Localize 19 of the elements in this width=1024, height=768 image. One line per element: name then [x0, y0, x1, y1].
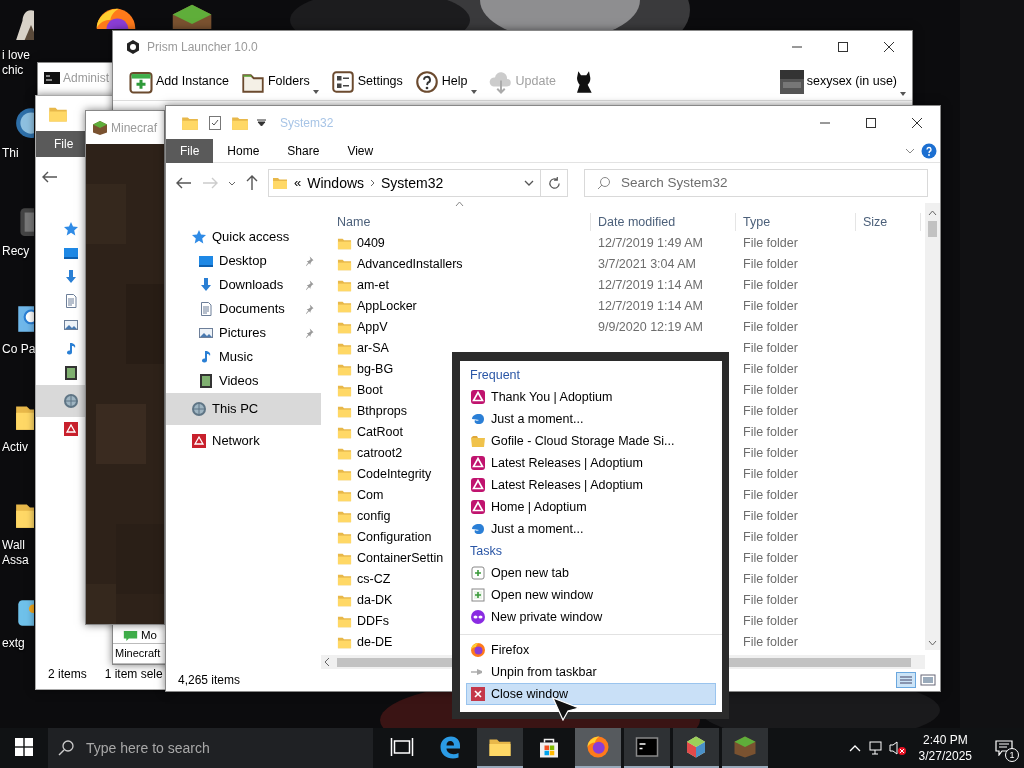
start-icon [15, 738, 33, 756]
notification-icon[interactable] [995, 740, 1013, 756]
taskbar-button[interactable] [673, 728, 719, 768]
search-icon [58, 740, 74, 756]
browser-icon [586, 735, 610, 759]
cube-icon [684, 735, 708, 759]
clock-time[interactable]: 2:40 PM [922, 732, 968, 748]
chevron-up-icon[interactable] [848, 744, 861, 752]
clock-date[interactable]: 3/27/2025 [918, 748, 972, 764]
taskbar-button[interactable] [477, 728, 523, 768]
grass-block-icon [733, 735, 757, 759]
terminal-icon [635, 735, 659, 759]
browser-swirl-icon [439, 735, 463, 759]
task-view-icon [390, 735, 414, 759]
notification-count: 1 [1005, 748, 1019, 762]
network-icon[interactable] [866, 740, 883, 756]
speaker-muted-icon[interactable] [888, 740, 907, 756]
search-field[interactable]: Type here to search [48, 728, 373, 768]
taskbar-button[interactable] [624, 728, 670, 768]
